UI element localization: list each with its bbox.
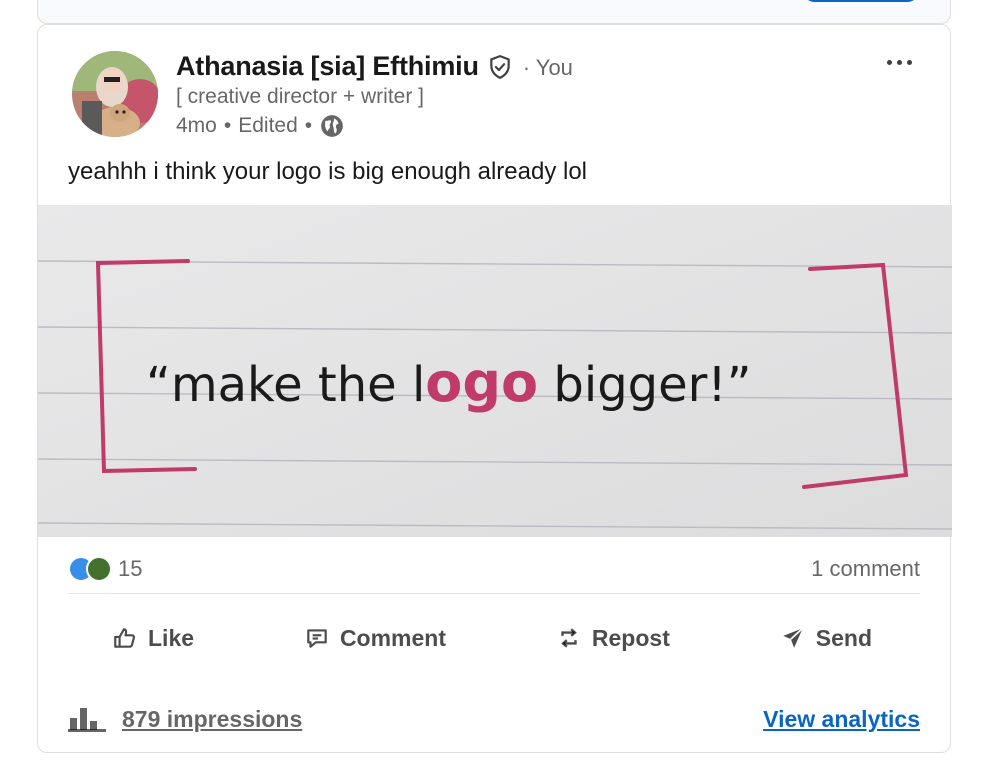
divider [68,593,920,594]
send-button[interactable]: Send [766,617,886,660]
verified-shield-icon [487,54,513,80]
like-button[interactable]: Like [98,617,208,660]
edited-label: Edited [238,114,298,137]
author-headline: [ creative director + writer ] [176,85,424,108]
repost-button[interactable]: Repost [542,617,684,660]
repost-icon [561,628,577,648]
action-bar: Like Comment Repost Send [68,605,920,671]
reactions[interactable]: 15 [68,556,142,582]
support-icon [86,556,112,582]
post-text: yeahhh i think your logo is big enough a… [68,158,588,185]
globe-icon [319,113,345,139]
author-line: Athanasia [sia] Efthimiu · You [176,51,573,82]
post-meta: 4mo • Edited • [176,113,345,139]
social-counts: 15 1 comment [68,549,920,589]
comment-icon [307,629,327,648]
post-image[interactable]: “make the logo bigger!” [38,205,952,537]
analytics-row: 879 impressions View analytics [68,701,920,737]
view-analytics-link[interactable]: View analytics [763,706,920,733]
author-name[interactable]: Athanasia [sia] Efthimiu [176,51,479,82]
like-label: Like [148,624,195,651]
bar-chart-icon [68,708,106,732]
handwritten-text-end: bigger!” [538,357,751,413]
previous-post-button[interactable] [802,0,920,2]
thumbs-up-icon [114,628,136,648]
ellipsis-icon[interactable] [882,55,916,69]
svg-text:“make the logo bigger!”: “make the logo bigger!” [146,351,752,414]
previous-post-card [37,0,951,24]
comment-button[interactable]: Comment [290,617,460,660]
connection-degree: · You [522,55,573,80]
handwritten-text: “make the l [146,357,425,413]
handwritten-highlight: ogo [425,351,538,414]
send-label: Send [815,624,872,651]
post-time: 4mo [176,114,217,137]
comment-label: Comment [339,624,446,651]
author-avatar[interactable] [72,51,158,137]
reaction-count[interactable]: 15 [118,556,142,582]
comment-count[interactable]: 1 comment [811,556,920,582]
post-card: Athanasia [sia] Efthimiu · You [ creativ… [37,24,952,753]
send-icon [783,627,804,648]
impressions[interactable]: 879 impressions [68,706,302,733]
impressions-link[interactable]: 879 impressions [122,706,302,733]
repost-label: Repost [591,624,670,651]
